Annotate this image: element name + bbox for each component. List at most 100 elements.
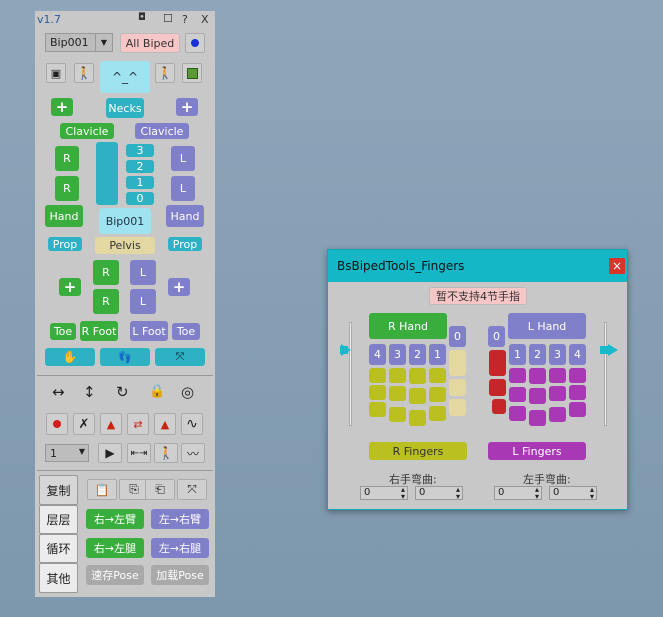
mirror-icon[interactable]: ⤧: [177, 479, 207, 500]
r-joint[interactable]: [429, 387, 446, 402]
r-finger-4-button[interactable]: 4: [369, 344, 386, 365]
r-leg-add-button[interactable]: +: [59, 278, 81, 296]
r-joint[interactable]: [409, 368, 426, 384]
wave-icon[interactable]: 〰: [181, 443, 205, 463]
l-joint[interactable]: [569, 385, 586, 400]
l-leg-add-button[interactable]: +: [168, 278, 190, 296]
l-calf-button[interactable]: L: [130, 289, 156, 314]
l-finger-3-button[interactable]: 3: [549, 344, 566, 365]
r-fingers-button[interactable]: R Fingers: [369, 442, 467, 460]
key-free-icon[interactable]: ▲: [154, 413, 176, 435]
tab-copy[interactable]: 复制: [39, 475, 78, 505]
fingers-close-button[interactable]: ×: [609, 258, 625, 274]
walk-figure-icon[interactable]: 🚶: [74, 63, 94, 83]
r-calf-button[interactable]: R: [93, 289, 119, 314]
clipboard-icon[interactable]: 📋: [87, 479, 117, 500]
l-hand-button[interactable]: L Hand: [508, 313, 586, 339]
l-joint[interactable]: [569, 402, 586, 417]
play-icon[interactable]: ▶: [98, 443, 122, 463]
l-joint[interactable]: [529, 368, 546, 384]
help-button[interactable]: ?: [182, 13, 188, 26]
l-joint[interactable]: [509, 387, 526, 402]
walk-figure-alt-icon[interactable]: 🚶: [155, 63, 175, 83]
color-dot-button[interactable]: [185, 33, 205, 53]
l-thumb-joint[interactable]: [492, 399, 506, 414]
r-to-l-leg-button[interactable]: 右→左腿: [86, 538, 144, 558]
load-pose-button[interactable]: 加载Pose: [151, 565, 209, 585]
l-to-r-leg-button[interactable]: 左→右腿: [151, 538, 209, 558]
save-pose-button[interactable]: 速存Pose: [86, 565, 144, 585]
r-foot-button[interactable]: R Foot: [80, 321, 118, 341]
l-finger-0-button[interactable]: 0: [488, 326, 505, 347]
r-finger-3-button[interactable]: 3: [389, 344, 406, 365]
l-finger-4-button[interactable]: 4: [569, 344, 586, 365]
set-key-icon[interactable]: [46, 413, 68, 435]
l-thigh-button[interactable]: L: [130, 260, 156, 285]
l-add-button[interactable]: +: [176, 98, 198, 116]
walk-icon[interactable]: 🚶: [154, 443, 178, 463]
move-horizontal-icon[interactable]: ↔: [52, 383, 65, 401]
l-joint[interactable]: [529, 388, 546, 404]
r-bend-spinner-b[interactable]: 0 ▴ ▾: [415, 486, 463, 501]
r-joint[interactable]: [409, 410, 426, 426]
l-slider-arrow-icon[interactable]: [608, 344, 618, 356]
r-thumb-joint[interactable]: [449, 350, 466, 376]
head-button[interactable]: ^_^: [100, 61, 150, 93]
spine-0-button[interactable]: 0: [126, 192, 154, 205]
r-finger-2-button[interactable]: 2: [409, 344, 426, 365]
r-clavicle-button[interactable]: Clavicle: [60, 123, 114, 139]
all-biped-button[interactable]: All Biped: [120, 33, 180, 53]
l-hand-button[interactable]: Hand: [166, 205, 204, 227]
r-joint[interactable]: [389, 407, 406, 422]
expand-button[interactable]: ⤧: [155, 348, 205, 366]
move-vertical-icon[interactable]: ↕: [83, 383, 96, 401]
l-joint[interactable]: [569, 368, 586, 383]
key-sliding-icon[interactable]: ⇄: [127, 413, 149, 435]
hand-pose-button[interactable]: ✋: [45, 348, 95, 366]
spine-2-button[interactable]: 2: [126, 160, 154, 173]
r-thigh-button[interactable]: R: [93, 260, 119, 285]
r-add-button[interactable]: +: [51, 98, 73, 116]
r-joint[interactable]: [369, 402, 386, 417]
pelvis-button[interactable]: Pelvis: [95, 237, 155, 254]
l-thumb-joint[interactable]: [489, 379, 506, 396]
r-hand-button[interactable]: R Hand: [369, 313, 447, 339]
cube-icon[interactable]: [182, 63, 202, 83]
bip-root-button[interactable]: Bip001: [99, 208, 151, 234]
spine-1-button[interactable]: 1: [126, 176, 154, 189]
r-slider-track[interactable]: [349, 322, 352, 426]
r-upperarm-button[interactable]: R: [55, 146, 79, 171]
footsteps-button[interactable]: 👣: [100, 348, 150, 366]
step-icon[interactable]: ⇤⇥: [127, 443, 151, 463]
l-joint[interactable]: [529, 410, 546, 426]
pin-icon[interactable]: ◘: [138, 12, 146, 23]
r-to-l-arm-button[interactable]: 右→左臂: [86, 509, 144, 529]
r-hand-button[interactable]: Hand: [45, 205, 83, 227]
biped-select[interactable]: Bip001 ▼: [45, 33, 113, 52]
l-fingers-button[interactable]: L Fingers: [488, 442, 586, 460]
rotate-icon[interactable]: ↻: [116, 383, 129, 401]
l-slider-track[interactable]: [604, 322, 607, 426]
l-forearm-button[interactable]: L: [171, 176, 195, 201]
r-joint[interactable]: [429, 406, 446, 421]
l-clavicle-button[interactable]: Clavicle: [135, 123, 189, 139]
l-bend-spinner-a[interactable]: 0 ▴ ▾: [494, 486, 542, 501]
tab-layer[interactable]: 层层: [39, 505, 78, 534]
l-upperarm-button[interactable]: L: [171, 146, 195, 171]
r-finger-0-button[interactable]: 0: [449, 326, 466, 347]
r-toe-button[interactable]: Toe: [50, 323, 76, 340]
l-finger-2-button[interactable]: 2: [529, 344, 546, 365]
r-joint[interactable]: [369, 385, 386, 400]
l-joint[interactable]: [549, 368, 566, 383]
l-joint[interactable]: [549, 407, 566, 422]
l-joint[interactable]: [549, 386, 566, 401]
fingers-titlebar[interactable]: BsBipedTools_Fingers ×: [328, 250, 627, 282]
r-bend-spinner-a[interactable]: 0 ▴ ▾: [360, 486, 408, 501]
r-thumb-joint[interactable]: [449, 379, 466, 396]
tab-other[interactable]: 其他: [39, 563, 78, 593]
l-to-r-arm-button[interactable]: 左→右臂: [151, 509, 209, 529]
r-thumb-joint[interactable]: [449, 399, 466, 416]
restore-button[interactable]: ☐: [163, 12, 173, 25]
spine-3-button[interactable]: 3: [126, 144, 154, 157]
frame-select[interactable]: 1 ▼: [45, 444, 89, 462]
